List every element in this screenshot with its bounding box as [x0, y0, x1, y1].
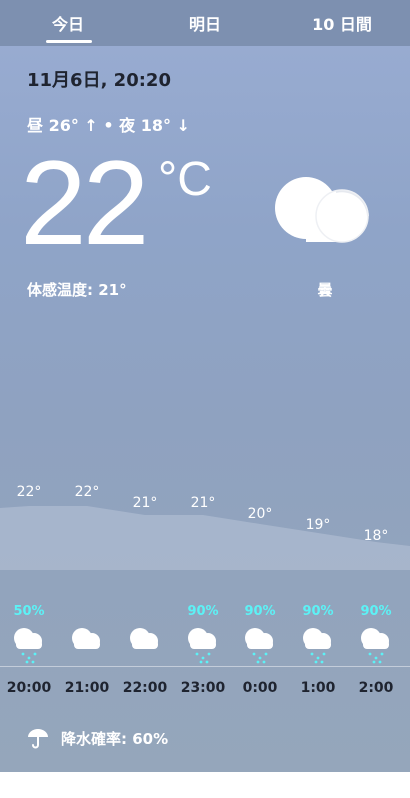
tab-tomorrow[interactable]: 明日 [137, 0, 273, 46]
tab-bar: 今日 明日 10 日間 [0, 0, 410, 46]
hourly-temperature: 20° [247, 506, 273, 522]
hourly-time: 23:00 [180, 680, 226, 696]
high-low-temperature: 昼 26° ↑ • 夜 18° ↓ [27, 116, 190, 135]
divider [0, 666, 410, 667]
rain-cloud-icon [300, 624, 336, 664]
hourly-precipitation: 50% [13, 604, 45, 619]
hourly-temperature: 22° [74, 484, 100, 500]
hourly-temperature: 21° [190, 495, 216, 511]
tab-10-days[interactable]: 10 日間 [274, 0, 410, 46]
hourly-temperature: 18° [363, 528, 389, 544]
cloud-icon [275, 177, 369, 243]
weather-screen: 今日 明日 10 日間 11月6日, 20:20 昼 26° ↑ • 夜 18°… [0, 0, 410, 772]
rain-cloud-icon [242, 624, 278, 664]
hourly-time: 1:00 [300, 680, 336, 696]
hourly-temperature: 21° [132, 495, 158, 511]
precipitation-probability: 降水確率: 60% [61, 729, 169, 748]
hourly-precipitation: 90% [187, 604, 219, 619]
cloud-icon [69, 624, 105, 664]
precipitation-summary: 降水確率: 60% [27, 726, 168, 750]
temperature-area [0, 506, 410, 570]
rain-cloud-icon [185, 624, 221, 664]
hourly-precipitation: 90% [244, 604, 276, 619]
rain-cloud-icon [11, 624, 47, 664]
cloud-icon [127, 624, 163, 664]
hourly-time: 22:00 [122, 680, 168, 696]
hourly-time: 21:00 [64, 680, 110, 696]
hourly-precipitation: 90% [360, 604, 392, 619]
rain-cloud-icon [358, 624, 394, 664]
hourly-time: 0:00 [242, 680, 278, 696]
hourly-time: 20:00 [6, 680, 52, 696]
hourly-temperature: 19° [305, 517, 331, 533]
current-datetime: 11月6日, 20:20 [27, 70, 171, 91]
feels-like-temperature: 体感温度: 21° [27, 281, 127, 299]
hourly-time: 2:00 [358, 680, 394, 696]
hourly-precipitation: 90% [302, 604, 334, 619]
weather-condition: 曇 [317, 281, 333, 299]
umbrella-icon [28, 729, 48, 749]
hourly-temperature: 22° [16, 484, 42, 500]
temperature-unit: °C [158, 153, 212, 206]
selected-tab-indicator [46, 40, 92, 43]
hourly-temperature-chart [0, 506, 410, 570]
current-temperature: 22 [20, 136, 149, 270]
